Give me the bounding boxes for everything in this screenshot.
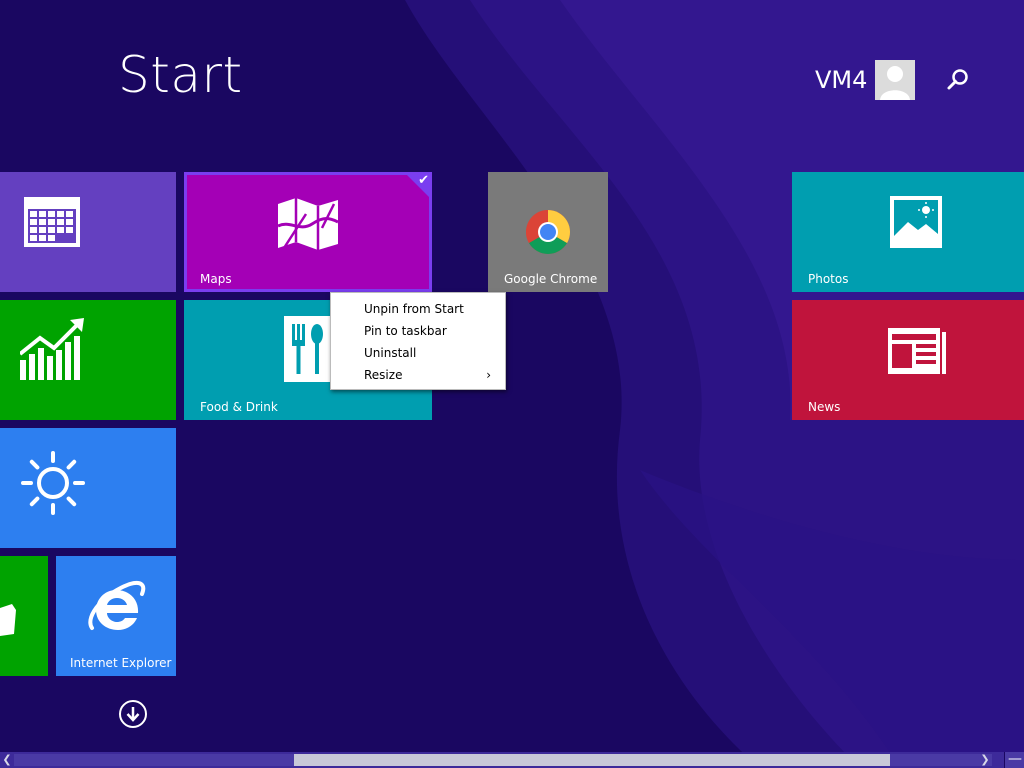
scroll-right-button[interactable]: ❯: [978, 752, 992, 768]
maps-label: Maps: [200, 272, 232, 286]
search-button[interactable]: [944, 66, 972, 94]
horizontal-scrollbar[interactable]: ❮ ❯ —: [0, 752, 1024, 768]
sun-icon: [21, 451, 85, 515]
menu-item-pin-to-taskbar[interactable]: Pin to taskbar: [331, 320, 505, 342]
menu-item-label: Unpin from Start: [364, 302, 464, 316]
finance-tile[interactable]: [0, 300, 176, 420]
news-tile[interactable]: News: [792, 300, 1024, 420]
photos-tile[interactable]: Photos: [792, 172, 1024, 292]
fork-knife-icon: [284, 316, 332, 382]
tile-context-menu: Unpin from Start Pin to taskbar Uninstal…: [330, 292, 506, 390]
scroll-left-button[interactable]: ❮: [0, 752, 14, 768]
menu-item-unpin-from-start[interactable]: Unpin from Start: [331, 298, 505, 320]
start-title: Start: [118, 46, 243, 104]
all-apps-button[interactable]: [119, 700, 147, 728]
photo-icon: [890, 196, 942, 248]
submenu-arrow-icon: ›: [486, 368, 491, 382]
weather-tile[interactable]: [0, 428, 176, 548]
menu-item-resize[interactable]: Resize ›: [331, 364, 505, 386]
zoom-out-button[interactable]: —: [1004, 752, 1024, 768]
menu-item-label: Resize: [364, 368, 403, 382]
user-avatar-icon: [875, 60, 916, 100]
calendar-tile[interactable]: [0, 172, 176, 292]
search-icon: [947, 69, 968, 90]
menu-item-label: Pin to taskbar: [364, 324, 447, 338]
user-name: VM4: [815, 66, 868, 94]
photos-label: Photos: [808, 272, 849, 286]
chrome-tile[interactable]: Google Chrome: [488, 172, 608, 292]
down-arrow-circle-icon: [126, 707, 140, 722]
selected-checkmark-icon: ✔: [404, 172, 432, 200]
internet-explorer-icon: [88, 580, 146, 630]
food-drink-label: Food & Drink: [200, 400, 278, 414]
internet-explorer-label: Internet Explorer: [70, 656, 172, 670]
chrome-label: Google Chrome: [504, 272, 598, 286]
chrome-logo-icon: [526, 210, 570, 254]
news-label: News: [808, 400, 841, 414]
internet-explorer-tile[interactable]: Internet Explorer: [56, 556, 176, 676]
maps-tile[interactable]: ✔ Maps: [184, 172, 432, 292]
user-account[interactable]: VM4: [815, 60, 916, 100]
menu-item-label: Uninstall: [364, 346, 417, 360]
calendar-icon: [24, 197, 80, 247]
newspaper-icon: [888, 328, 946, 374]
store-bag-icon: [0, 604, 16, 636]
finance-chart-icon: [20, 318, 84, 380]
scroll-thumb[interactable]: [294, 754, 890, 766]
map-icon: [278, 198, 338, 250]
menu-item-uninstall[interactable]: Uninstall: [331, 342, 505, 364]
store-tile[interactable]: [0, 556, 48, 676]
